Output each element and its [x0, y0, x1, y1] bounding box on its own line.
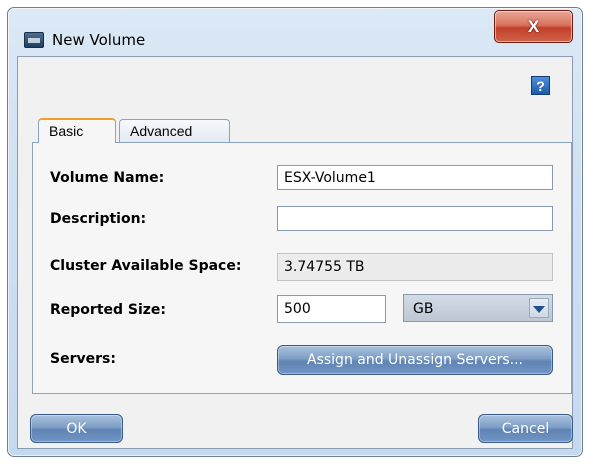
size-unit-select[interactable]: GB — [403, 294, 553, 322]
reported-size-label: Reported Size: — [50, 302, 167, 318]
chevron-down-icon[interactable] — [529, 298, 549, 318]
tab-advanced[interactable]: Advanced — [119, 119, 230, 143]
size-unit-value: GB — [413, 301, 434, 317]
window-title: New Volume — [52, 31, 146, 49]
description-input[interactable] — [277, 206, 553, 231]
help-icon[interactable]: ? — [531, 76, 550, 95]
cluster-space-label: Cluster Available Space: — [50, 258, 242, 274]
cancel-button[interactable]: Cancel — [478, 414, 573, 443]
reported-size-input[interactable] — [277, 295, 386, 323]
ok-button[interactable]: OK — [30, 414, 123, 443]
app-icon — [24, 32, 44, 48]
cluster-space-field — [277, 253, 553, 281]
volume-name-label: Volume Name: — [50, 170, 165, 186]
tab-basic[interactable]: Basic — [38, 118, 116, 143]
description-label: Description: — [50, 211, 147, 227]
servers-label: Servers: — [50, 351, 116, 367]
volume-name-input[interactable] — [277, 165, 553, 190]
title-bar[interactable]: New Volume X — [8, 8, 582, 56]
assign-servers-button[interactable]: Assign and Unassign Servers... — [277, 345, 553, 375]
close-button[interactable]: X — [494, 10, 573, 43]
